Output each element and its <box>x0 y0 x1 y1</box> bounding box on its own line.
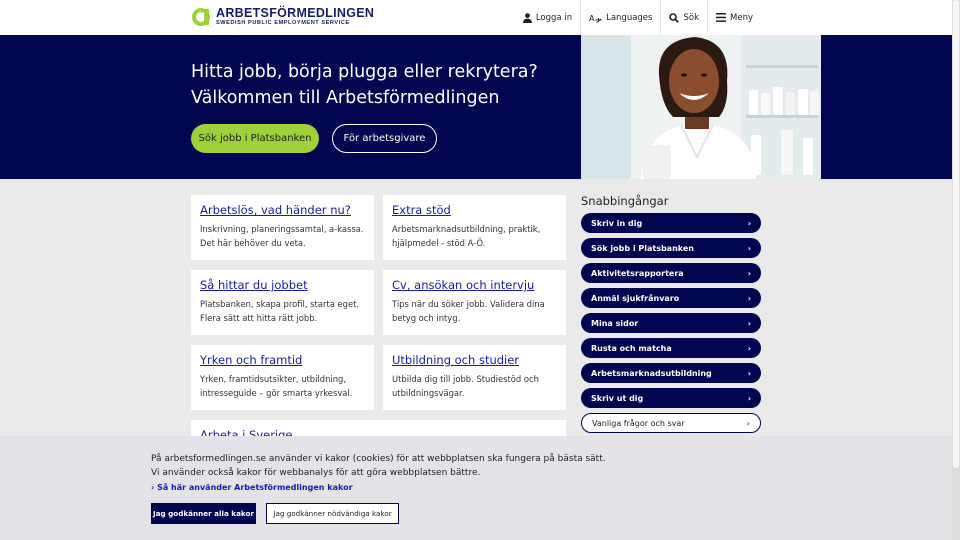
employers-button[interactable]: För arbetsgivare <box>332 124 437 153</box>
quicklink-register[interactable]: Skriv in dig › <box>581 213 761 233</box>
accept-all-cookies-button[interactable]: Jag godkänner alla kakor <box>151 503 256 524</box>
quicklink-prepare-match[interactable]: Rusta och matcha › <box>581 338 761 358</box>
card-title[interactable]: Yrken och framtid <box>200 353 365 367</box>
card-text-line: Platsbanken, skapa profil, starta eget. <box>200 299 360 309</box>
chevron-right-icon: › <box>747 243 751 253</box>
card-cv-interview[interactable]: Cv, ansökan och intervju Tips när du sök… <box>383 270 566 335</box>
quicklink-label: Vanliga frågor och svar <box>592 418 685 428</box>
woman-smiling-image <box>581 35 821 179</box>
logo-mark-icon <box>192 8 210 26</box>
card-text-line: Yrken, framtidsutsikter, utbildning, <box>200 374 347 384</box>
quicklink-my-pages[interactable]: Mina sidor › <box>581 313 761 333</box>
logo-subtitle: SWEDISH PUBLIC EMPLOYMENT SERVICE <box>216 20 350 26</box>
card-text-line: Arbetsmarknadsutbildning, praktik, <box>392 224 541 234</box>
card-text: Platsbanken, skapa profil, starta eget. … <box>200 297 365 325</box>
card-careers-future[interactable]: Yrken och framtid Yrken, framtidsutsikte… <box>191 345 374 410</box>
cookie-text-line: Vi använder också kakor för webbanalys f… <box>151 468 481 478</box>
quicklink-label: Aktivitetsrapportera <box>591 268 684 278</box>
nav-menu-label: Meny <box>730 12 753 23</box>
chevron-right-icon: › <box>747 368 751 378</box>
card-find-job[interactable]: Så hittar du jobbet Platsbanken, skapa p… <box>191 270 374 335</box>
card-title[interactable]: Arbetslös, vad händer nu? <box>200 203 365 217</box>
card-text-line: betyg och intyg. <box>392 313 461 323</box>
nav-menu[interactable]: Meny <box>707 0 761 35</box>
card-text-line: Flera sätt att hitta rätt jobb. <box>200 313 318 323</box>
cookie-info-link[interactable]: › Så här använder Arbetsförmedlingen kak… <box>151 483 353 492</box>
quicklinks-title: Snabbingångar <box>581 194 669 208</box>
card-title[interactable]: Extra stöd <box>392 203 557 217</box>
card-text-line: hjälpmedel - stöd A-Ö. <box>392 238 486 248</box>
card-text: Arbetsmarknadsutbildning, praktik, hjälp… <box>392 222 557 250</box>
quicklink-label: Rusta och matcha <box>591 343 672 353</box>
user-icon <box>522 12 532 23</box>
chevron-right-icon: › <box>747 218 751 228</box>
chevron-right-icon: › <box>747 393 751 403</box>
card-title[interactable]: Cv, ansökan och intervju <box>392 278 557 292</box>
card-text: Utbilda dig till jobb. Studiestöd och ut… <box>392 372 557 400</box>
quicklink-label: Anmäl sjukfrånvaro <box>591 293 680 303</box>
chevron-right-icon: › <box>151 483 155 492</box>
card-text-line: Inskrivning, planeringssamtal, a-kassa. <box>200 224 364 234</box>
translate-icon: A <box>589 14 602 23</box>
quicklink-label: Mina sidor <box>591 318 639 328</box>
top-nav: Logga in A Languages Sök Meny <box>515 0 761 35</box>
card-text: Yrken, framtidsutsikter, utbildning, int… <box>200 372 365 400</box>
cookie-info-link-label: Så här använder Arbetsförmedlingen kakor <box>157 483 353 492</box>
card-text-line: utbildningsvägar. <box>392 388 465 398</box>
nav-search-label: Sök <box>683 12 700 23</box>
chevron-right-icon: › <box>746 418 750 428</box>
quicklink-training[interactable]: Arbetsmarknadsutbildning › <box>581 363 761 383</box>
card-title[interactable]: Utbildning och studier <box>392 353 557 367</box>
card-text-line: intresseguide – gör smarta yrkesval. <box>200 388 353 398</box>
cookie-banner: På arbetsformedlingen.se använder vi kak… <box>0 436 952 540</box>
hero-title: Hitta jobb, börja plugga eller rekrytera… <box>191 59 571 111</box>
hero-title-line-2: Välkommen till Arbetsförmedlingen <box>191 88 500 108</box>
quicklink-sick-leave[interactable]: Anmäl sjukfrånvaro › <box>581 288 761 308</box>
quicklink-label: Skriv in dig <box>591 218 643 228</box>
card-title[interactable]: Så hittar du jobbet <box>200 278 365 292</box>
card-text: Inskrivning, planeringssamtal, a-kassa. … <box>200 222 365 250</box>
hero-banner: Hitta jobb, börja plugga eller rekrytera… <box>0 35 952 179</box>
quicklink-label: Sök jobb i Platsbanken <box>591 243 695 253</box>
accept-necessary-cookies-button[interactable]: Jag godkänner nödvändiga kakor <box>266 503 399 524</box>
nav-login[interactable]: Logga in <box>515 0 580 35</box>
scrollbar-thumb[interactable] <box>953 0 959 468</box>
card-text: Tips när du söker jobb. Validera dina be… <box>392 297 557 325</box>
nav-languages-label: Languages <box>606 12 653 23</box>
cookie-text-line: På arbetsformedlingen.se använder vi kak… <box>151 454 606 464</box>
quicklink-search-jobs[interactable]: Sök jobb i Platsbanken › <box>581 238 761 258</box>
card-text-line: Det här behöver du veta. <box>200 238 306 248</box>
chevron-right-icon: › <box>747 293 751 303</box>
quicklink-label: Arbetsmarknadsutbildning <box>591 368 712 378</box>
card-extra-support[interactable]: Extra stöd Arbetsmarknadsutbildning, pra… <box>383 195 566 260</box>
quicklink-deregister[interactable]: Skriv ut dig › <box>581 388 761 408</box>
nav-login-label: Logga in <box>535 12 573 23</box>
cookie-text: På arbetsformedlingen.se använder vi kak… <box>151 452 606 480</box>
site-header: ARBETSFÖRMEDLINGEN SWEDISH PUBLIC EMPLOY… <box>0 0 952 35</box>
chevron-right-icon: › <box>747 343 751 353</box>
logo-name: ARBETSFÖRMEDLINGEN <box>216 6 375 20</box>
card-text-line: Utbilda dig till jobb. Studiestöd och <box>392 374 539 384</box>
quicklink-faq[interactable]: Vanliga frågor och svar › <box>581 413 761 433</box>
card-education[interactable]: Utbildning och studier Utbilda dig till … <box>383 345 566 410</box>
menu-icon <box>716 13 727 22</box>
card-text-line: Tips när du söker jobb. Validera dina <box>392 299 545 309</box>
logo[interactable]: ARBETSFÖRMEDLINGEN SWEDISH PUBLIC EMPLOY… <box>191 7 374 27</box>
svg-text:A: A <box>589 14 595 23</box>
card-unemployed[interactable]: Arbetslös, vad händer nu? Inskrivning, p… <box>191 195 374 260</box>
hero-title-line-1: Hitta jobb, börja plugga eller rekrytera… <box>191 62 538 82</box>
search-jobs-button[interactable]: Sök jobb i Platsbanken <box>191 124 319 153</box>
chevron-right-icon: › <box>747 318 751 328</box>
quicklink-label: Skriv ut dig <box>591 393 644 403</box>
nav-search[interactable]: Sök <box>660 0 707 35</box>
chevron-right-icon: › <box>747 268 751 278</box>
search-icon <box>669 12 680 23</box>
hero-photo <box>581 35 821 179</box>
nav-languages[interactable]: A Languages <box>580 0 660 35</box>
quicklink-activity-report[interactable]: Aktivitetsrapportera › <box>581 263 761 283</box>
